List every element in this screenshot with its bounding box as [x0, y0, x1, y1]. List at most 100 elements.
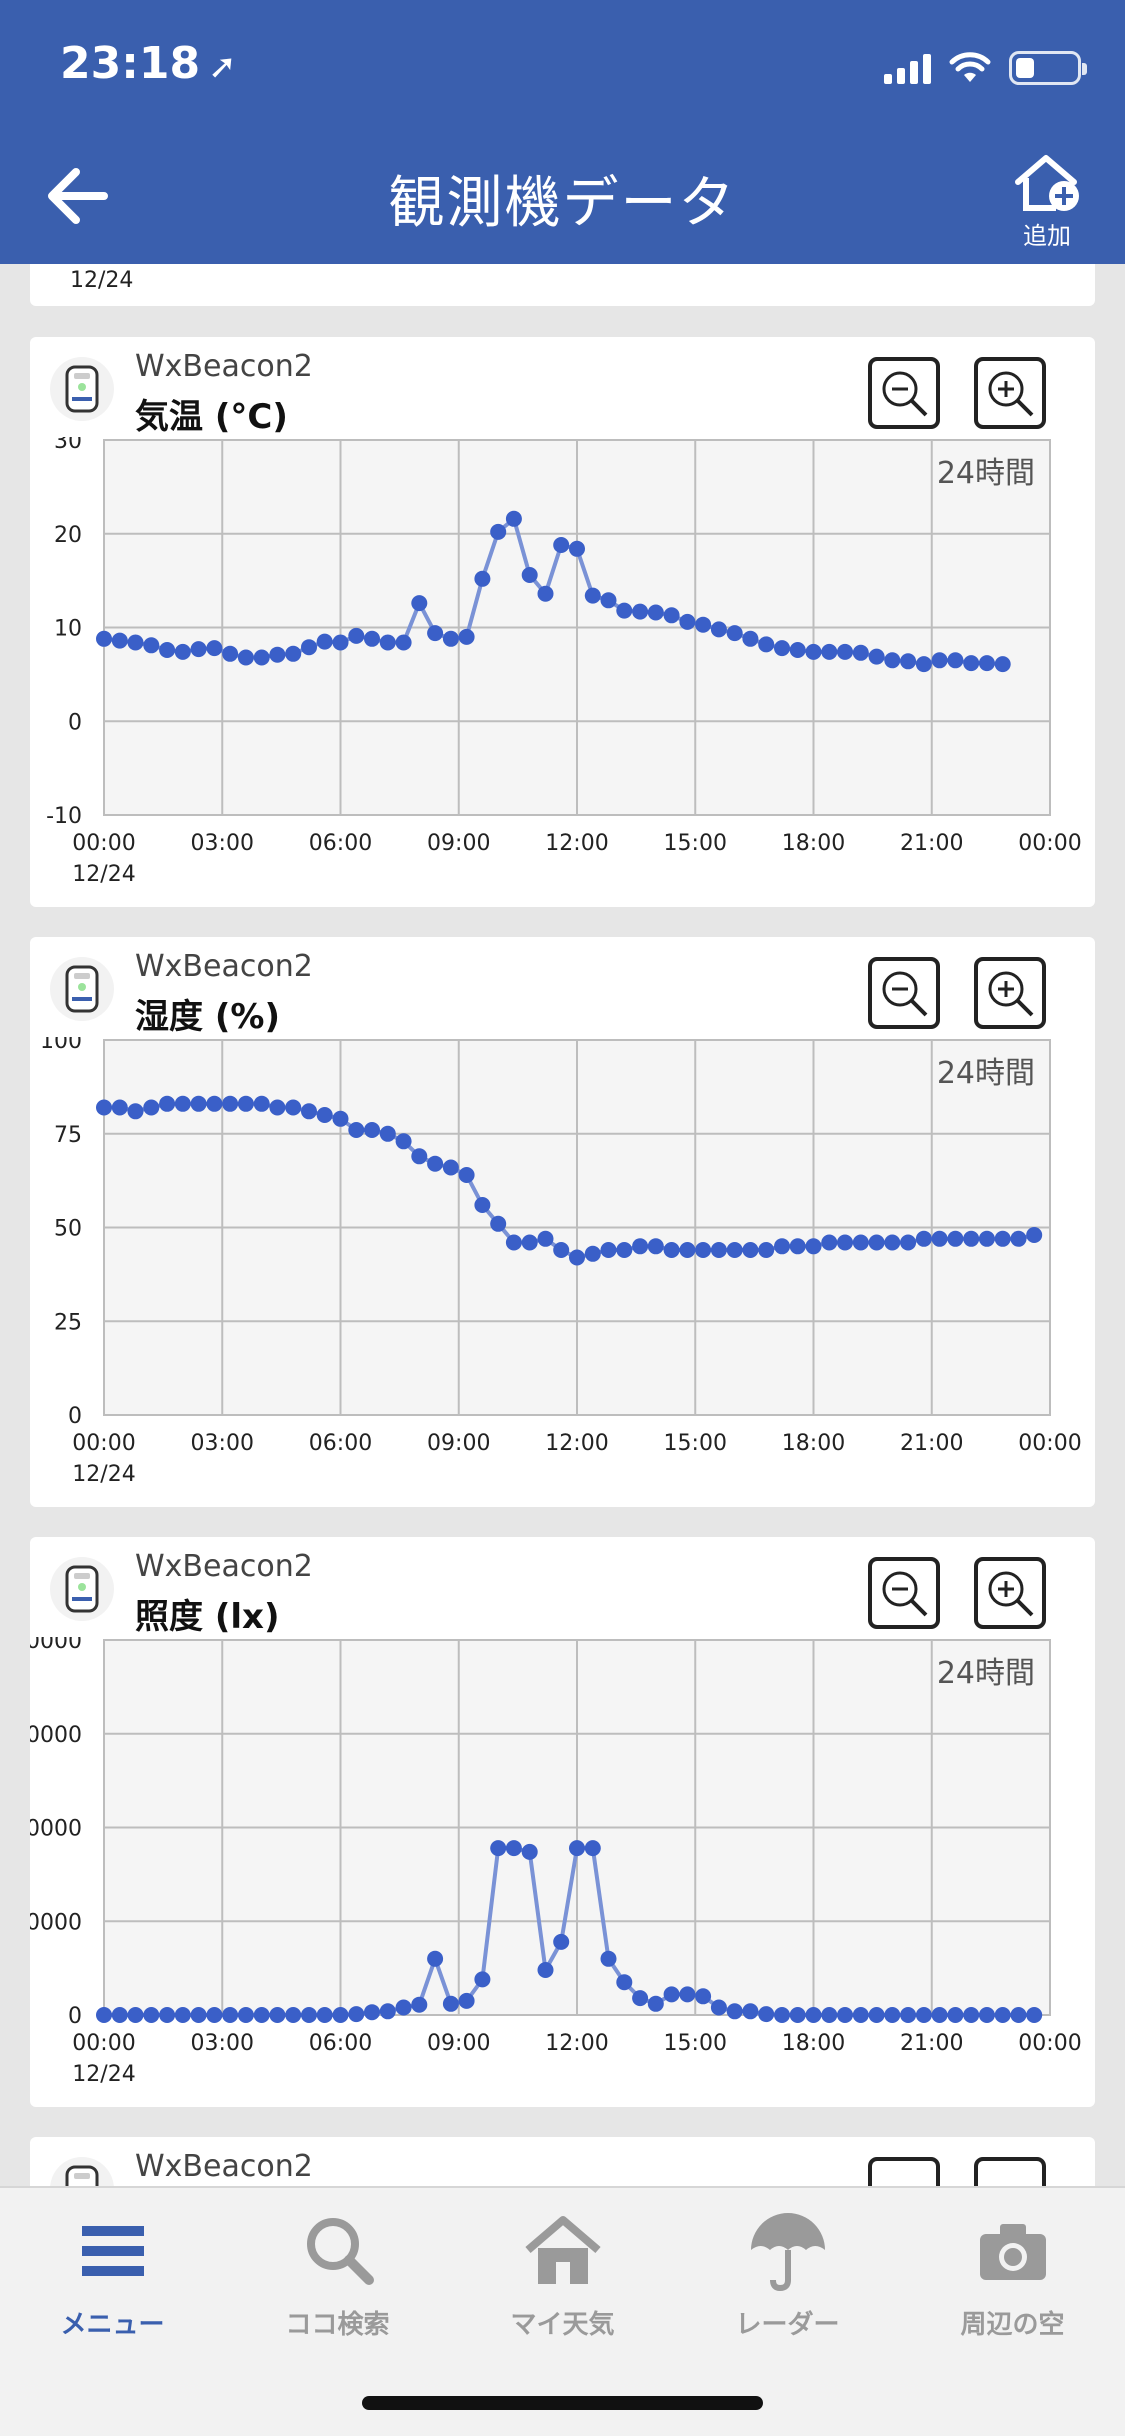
y-tick-label: 20000 — [30, 1817, 82, 1842]
data-point — [111, 1099, 128, 1116]
data-point — [616, 1242, 633, 1258]
data-point — [931, 652, 948, 669]
data-point — [852, 1234, 869, 1251]
data-point — [647, 1238, 664, 1255]
data-point — [710, 621, 727, 638]
data-point — [474, 1971, 491, 1988]
data-point — [96, 2007, 112, 2023]
x-tick-label: 06:00 — [309, 831, 372, 856]
data-point — [553, 1933, 570, 1950]
data-point — [726, 2003, 743, 2020]
x-tick-label: 12:00 — [545, 1431, 608, 1456]
status-clock: 23:18 — [60, 38, 201, 89]
y-tick-label: 0 — [68, 710, 82, 735]
tab-radar[interactable]: レーダー — [675, 2206, 900, 2341]
zoom-out-icon — [882, 371, 928, 417]
data-point — [537, 585, 554, 602]
x-tick-label: 18:00 — [782, 1431, 845, 1456]
y-tick-label: 100 — [40, 1037, 82, 1054]
x-tick-label: 21:00 — [900, 1431, 963, 1456]
zoom-out-button[interactable] — [868, 357, 940, 429]
humidity-chart: 00:00 03:00 06:00 09:00 12:00 15:00 18:00 21:00… — [40, 1037, 1082, 1487]
zoom-out-icon — [882, 1571, 928, 1617]
zoom-in-button[interactable] — [974, 1557, 1046, 1629]
status-time: 23:18 ➚ — [60, 38, 237, 89]
data-point — [663, 1242, 680, 1258]
data-point — [237, 649, 254, 666]
x-tick-label: 12:00 — [545, 831, 608, 856]
y-tick-label: 0 — [68, 1404, 82, 1429]
data-point — [774, 640, 790, 657]
data-point — [569, 540, 585, 557]
zoom-out-button[interactable] — [868, 957, 940, 1029]
data-point — [679, 1242, 696, 1258]
tab-label: マイ天気 — [510, 2310, 615, 2340]
data-point — [789, 2007, 806, 2023]
battery-icon — [1009, 51, 1087, 85]
data-point — [348, 2006, 365, 2023]
data-point — [616, 602, 633, 619]
data-point — [963, 2007, 980, 2023]
data-point — [316, 2007, 333, 2023]
x-tick-label: 03:00 — [191, 831, 254, 856]
umbrella-icon — [750, 2213, 825, 2292]
tab-menu[interactable]: メニュー — [0, 2206, 225, 2341]
data-point — [490, 1840, 507, 1857]
content-scroll-area[interactable]: 12/24 WxBeacon2 気温 (°C) 00:00 03:00 06:00 0… — [0, 264, 1125, 2186]
data-point — [206, 2007, 223, 2023]
zoom-in-button[interactable] — [974, 2157, 1046, 2186]
data-point — [758, 2006, 775, 2023]
tab-sky-camera[interactable]: 周辺の空 — [900, 2206, 1125, 2341]
data-point — [285, 1099, 302, 1116]
x-tick-label: 15:00 — [664, 831, 727, 856]
data-point — [379, 2003, 396, 2020]
data-point — [96, 630, 112, 647]
temperature-chart: 00:00 03:00 06:00 09:00 12:00 15:00 18:00 21:00… — [46, 437, 1082, 887]
zoom-in-icon — [988, 971, 1034, 1017]
data-point — [742, 1242, 759, 1258]
device-name: WxBeacon2 — [135, 349, 313, 384]
data-point — [915, 656, 932, 673]
data-point — [143, 1099, 160, 1116]
data-point — [143, 2007, 160, 2023]
data-point — [931, 1230, 948, 1247]
data-point — [427, 1950, 444, 1967]
data-point — [159, 2007, 176, 2023]
date-label: 12/24 — [72, 2062, 135, 2087]
data-point — [774, 1238, 790, 1255]
data-point — [190, 641, 207, 658]
page-title: 観測機データ — [388, 171, 737, 236]
data-point — [884, 1234, 901, 1251]
data-point — [395, 634, 412, 651]
zoom-in-button[interactable] — [974, 357, 1046, 429]
data-point — [663, 1986, 680, 2003]
search-icon — [306, 2218, 374, 2285]
data-point — [395, 1133, 412, 1150]
data-point — [253, 2007, 270, 2023]
data-point — [900, 2007, 917, 2023]
zoom-in-button[interactable] — [974, 957, 1046, 1029]
data-point — [1026, 2007, 1043, 2023]
add-home-button[interactable]: 追加 — [1005, 152, 1089, 251]
zoom-out-button[interactable] — [868, 2157, 940, 2186]
x-tick-label: 18:00 — [782, 831, 845, 856]
data-point — [458, 1167, 475, 1183]
data-point — [253, 649, 270, 666]
data-point — [679, 613, 696, 630]
tab-label: 周辺の空 — [960, 2310, 1065, 2340]
zoom-in-icon — [988, 371, 1034, 417]
data-point — [127, 634, 144, 651]
data-point — [96, 1099, 112, 1116]
zoom-out-button[interactable] — [868, 1557, 940, 1629]
x-tick-label: 03:00 — [191, 1431, 254, 1456]
data-point — [868, 1234, 885, 1251]
tab-search[interactable]: ココ検索 — [225, 2206, 450, 2341]
data-point — [821, 643, 838, 660]
data-point — [285, 2007, 302, 2023]
data-point — [285, 645, 302, 662]
data-point — [837, 643, 853, 660]
tab-my-weather[interactable]: マイ天気 — [450, 2206, 675, 2341]
data-point — [316, 633, 333, 650]
device-icon — [50, 1557, 114, 1621]
y-tick-label: -10 — [46, 804, 82, 829]
